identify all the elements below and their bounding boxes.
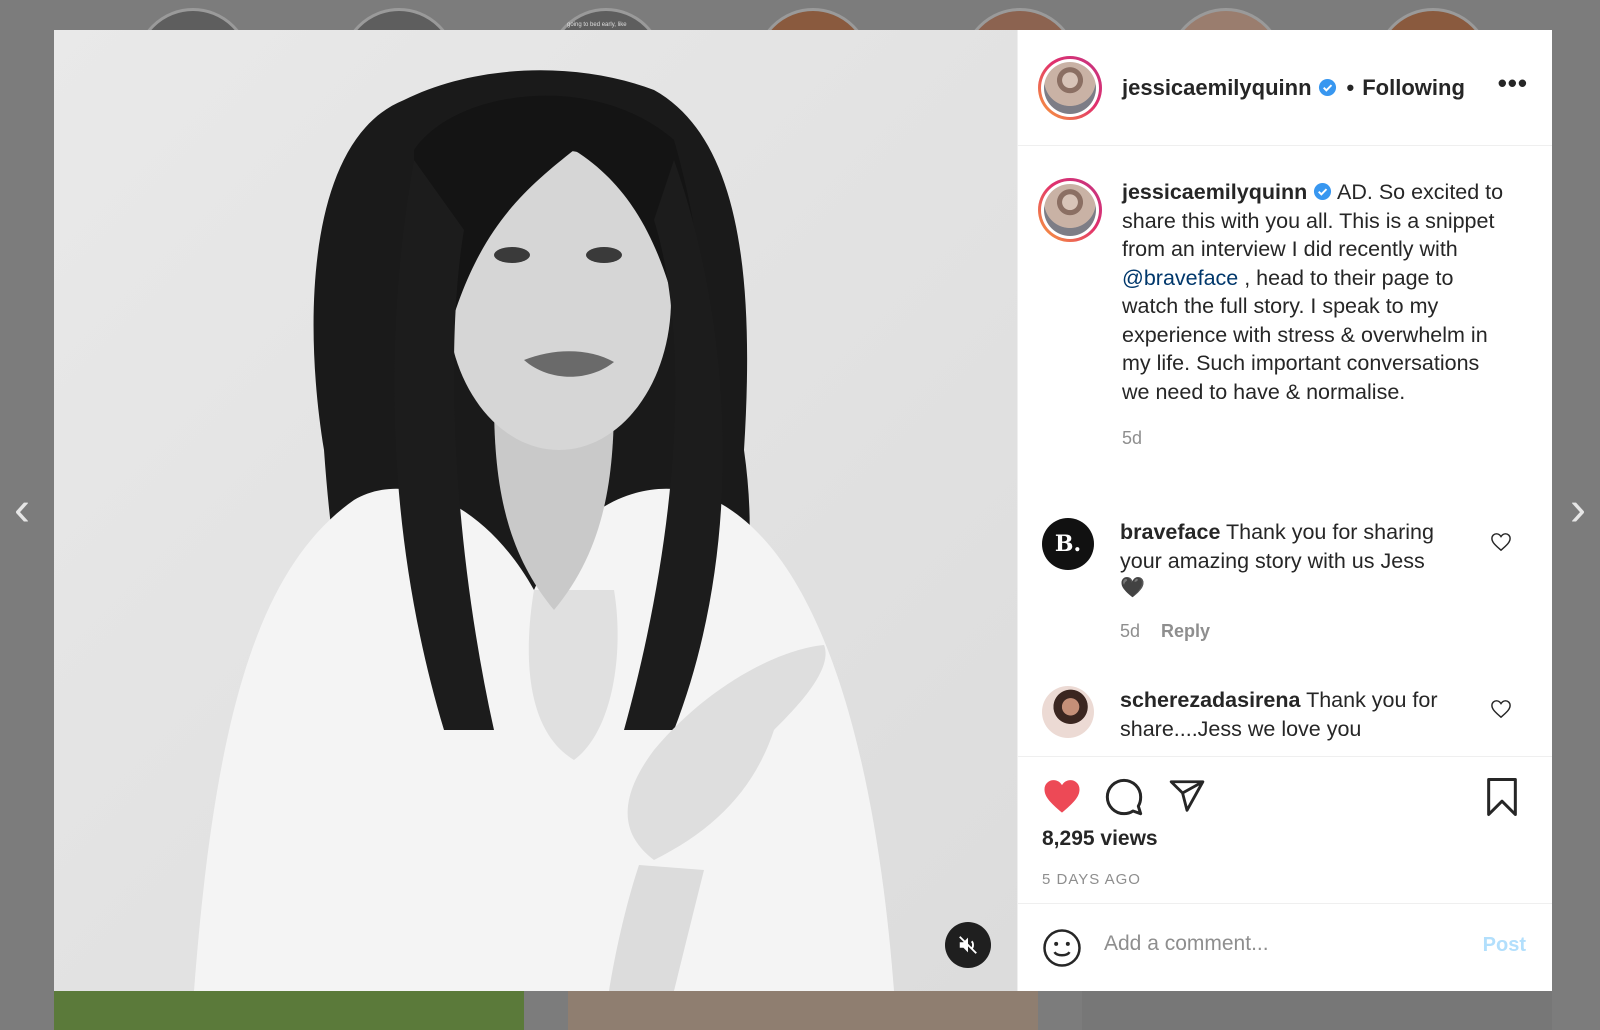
post-actions: 8,295 views 5 DAYS AGO [1018, 756, 1552, 903]
comment-icon[interactable] [1104, 777, 1144, 817]
muted-speaker-icon [959, 936, 977, 954]
comment-item: B. braveface Thank you for sharing your … [1042, 518, 1460, 642]
caption: jessicaemilyquinn AD. So excited to shar… [1038, 178, 1510, 449]
commenter-avatar[interactable] [1042, 686, 1094, 738]
following-button[interactable]: Following [1362, 75, 1465, 101]
story-avatar[interactable] [135, 8, 251, 30]
bookmark-icon[interactable] [1484, 777, 1520, 817]
comment-time: 5d [1120, 621, 1141, 641]
story-snippet-text: going to bed early, like [567, 22, 627, 28]
next-post-arrow[interactable]: › [1562, 486, 1594, 534]
video-player[interactable] [54, 30, 1017, 991]
comment-text: scherezadasirena Thank you for share....… [1120, 686, 1460, 743]
emoji-icon[interactable] [1042, 928, 1082, 968]
verified-badge-icon [1318, 78, 1336, 97]
separator-dot: • [1346, 74, 1355, 100]
caption-time: 5d [1122, 428, 1143, 448]
comments-list[interactable]: jessicaemilyquinn AD. So excited to shar… [1018, 146, 1552, 756]
story-avatar[interactable] [341, 8, 457, 30]
heart-outline-icon[interactable] [1490, 699, 1512, 719]
post-modal: jessicaemilyquinn • Following ••• jessic… [54, 30, 1552, 991]
author-avatar[interactable] [1038, 55, 1102, 120]
comment-text: braveface Thank you for sharing your ama… [1120, 518, 1460, 601]
grid-thumbnail[interactable] [54, 991, 524, 1030]
comment-username[interactable]: scherezadasirena [1120, 688, 1300, 712]
heart-filled-icon[interactable] [1042, 777, 1082, 815]
more-options-icon[interactable]: ••• [1498, 68, 1528, 99]
author-username[interactable]: jessicaemilyquinn [1122, 75, 1312, 101]
post-header: jessicaemilyquinn • Following ••• [1018, 30, 1552, 146]
comment-input[interactable] [1104, 932, 1464, 956]
share-icon[interactable] [1167, 777, 1207, 815]
story-avatar[interactable]: going to bed early, like [548, 8, 664, 30]
caption-text: jessicaemilyquinn AD. So excited to shar… [1122, 178, 1510, 406]
comment-username[interactable]: braveface [1120, 520, 1220, 544]
previous-post-arrow[interactable]: ‹ [6, 486, 38, 534]
add-comment-bar: Post [1018, 903, 1552, 991]
reply-button[interactable]: Reply [1161, 621, 1210, 641]
grid-thumbnail[interactable] [568, 991, 1038, 1030]
post-side-panel: jessicaemilyquinn • Following ••• jessic… [1017, 30, 1552, 991]
story-avatar[interactable] [755, 8, 871, 30]
view-count[interactable]: 8,295 views [1042, 827, 1158, 851]
mute-toggle-button[interactable] [945, 922, 991, 968]
post-timestamp[interactable]: 5 DAYS AGO [1042, 871, 1141, 888]
video-frame [54, 30, 1017, 991]
caption-username[interactable]: jessicaemilyquinn [1122, 180, 1307, 204]
heart-outline-icon[interactable] [1490, 532, 1512, 552]
caption-author-avatar[interactable] [1038, 178, 1102, 242]
verified-badge-icon [1314, 182, 1332, 201]
story-avatar[interactable] [962, 8, 1078, 30]
grid-thumbnail[interactable] [1082, 991, 1552, 1030]
story-avatar[interactable] [1375, 8, 1491, 30]
comment-emoji: 🖤 [1120, 577, 1145, 599]
commenter-avatar[interactable]: B. [1042, 518, 1094, 570]
story-avatar[interactable] [1168, 8, 1284, 30]
post-comment-button[interactable]: Post [1483, 934, 1526, 957]
mention-link[interactable]: @braveface [1122, 266, 1238, 290]
comment-item: scherezadasirena Thank you for share....… [1042, 686, 1460, 743]
background-stories-row: going to bed early, like [0, 0, 1600, 30]
